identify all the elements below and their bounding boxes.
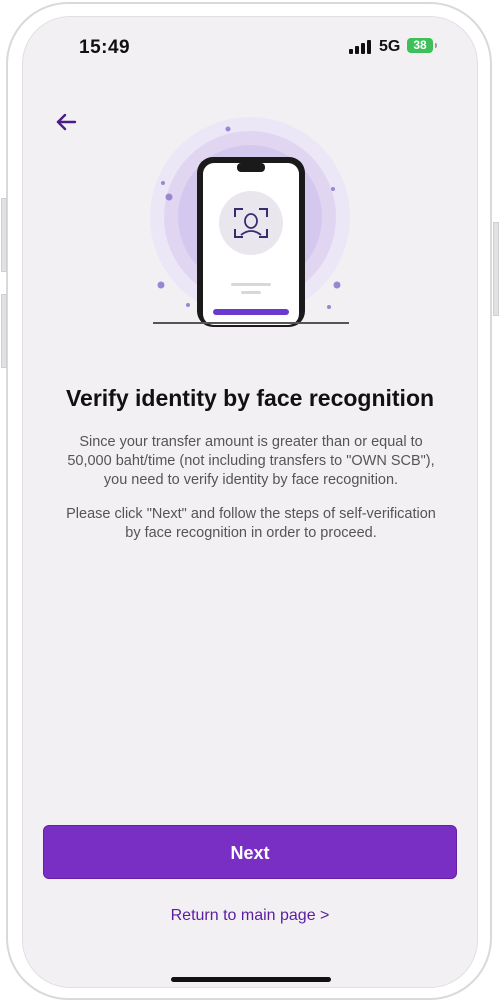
home-indicator <box>171 977 331 982</box>
description-paragraph-1: Since your transfer amount is greater th… <box>43 433 459 490</box>
status-time: 15:49 <box>79 37 131 58</box>
app-screen: 15:49 5G 38 Verify identity by face reco… <box>22 16 478 988</box>
page-title: Verify identity by face recognition <box>65 385 435 411</box>
network-label: 5G <box>379 38 401 55</box>
side-button-left-upper <box>1 198 7 272</box>
battery-level: 38 <box>413 38 427 52</box>
arrow-left-icon <box>56 113 77 131</box>
side-button-right <box>493 222 499 316</box>
next-button[interactable]: Next <box>43 825 457 879</box>
battery-icon: 38 <box>407 38 433 53</box>
side-button-left-lower <box>1 294 7 368</box>
status-bar: 15:49 5G 38 <box>23 17 477 77</box>
face-recognition-phone-illustration <box>150 117 350 327</box>
back-button[interactable] <box>53 109 81 137</box>
face-recognition-illustration <box>143 117 363 337</box>
paragraph2-line1: Please click "Next" and follow the steps… <box>66 506 436 522</box>
signal-icon <box>349 40 371 54</box>
paragraph1-line2: 50,000 baht/time (not including transfer… <box>67 453 435 469</box>
paragraph1-line3: you need to verify identity by face reco… <box>103 472 399 488</box>
paragraph1-line1: Since your transfer amount is greater th… <box>79 434 423 450</box>
description-paragraph-2: Please click "Next" and follow the steps… <box>43 505 459 543</box>
battery-tip <box>435 43 437 48</box>
paragraph2-line2: by face recognition in order to proceed. <box>125 525 377 541</box>
return-to-main-page-link[interactable]: Return to main page > <box>23 907 477 925</box>
